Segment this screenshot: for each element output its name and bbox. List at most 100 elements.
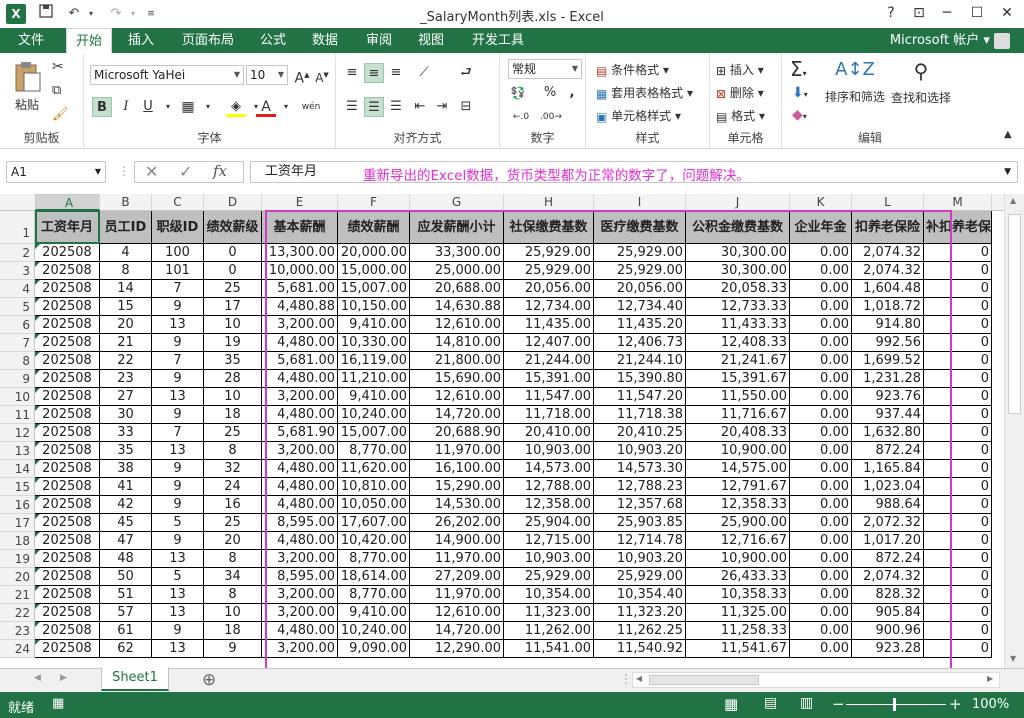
header-cell[interactable]: 绩效薪酬 [338,211,410,244]
row-header[interactable]: 11 [0,406,35,424]
table-cell[interactable]: 0.00 [790,640,852,658]
table-cell[interactable]: 11,323.00 [504,604,594,622]
table-cell[interactable]: 4,480.00 [262,406,338,424]
table-cell[interactable]: 13,300.00 [262,244,338,262]
table-cell[interactable]: 0.00 [790,532,852,550]
table-cell[interactable]: 202508 [35,640,100,658]
table-cell[interactable]: 13 [152,316,204,334]
table-cell[interactable]: 11,210.00 [338,370,410,388]
table-cell[interactable]: 25,929.00 [594,244,686,262]
table-cell[interactable]: 8 [204,586,262,604]
expand-formula-icon[interactable]: ▼ [1004,162,1011,182]
table-cell[interactable]: 11,262.25 [594,622,686,640]
table-cell[interactable]: 202508 [35,298,100,316]
table-cell[interactable]: 0 [924,532,992,550]
add-sheet-icon[interactable]: ⊕ [202,670,216,690]
row-header[interactable]: 5 [0,298,35,316]
row-header[interactable]: 15 [0,478,35,496]
table-cell[interactable]: 26,433.33 [686,568,790,586]
align-left-icon[interactable]: ☰ [342,97,362,117]
row-header[interactable]: 12 [0,424,35,442]
table-cell[interactable]: 0 [924,334,992,352]
orientation-icon[interactable]: ⟋ [414,63,434,83]
clear-icon[interactable]: ◆▾ [792,107,807,123]
table-cell[interactable]: 12,715.00 [504,532,594,550]
table-cell[interactable]: 14,575.00 [686,460,790,478]
table-cell[interactable]: 202508 [35,478,100,496]
header-cell[interactable]: 医疗缴费基数 [594,211,686,244]
header-cell[interactable]: 公积金缴费基数 [686,211,790,244]
table-cell[interactable]: 923.28 [852,640,924,658]
tab-page-layout[interactable]: 页面布局 [176,28,240,53]
table-cell[interactable]: 20,410.25 [594,424,686,442]
table-cell[interactable]: 25,929.00 [594,262,686,280]
table-cell[interactable]: 20,056.00 [504,280,594,298]
table-cell[interactable]: 12,610.00 [410,316,504,334]
zoom-level[interactable]: 100% [972,697,1009,712]
column-header-E[interactable]: E [262,194,338,211]
header-cell[interactable]: 扣养老保险 [852,211,924,244]
table-cell[interactable]: 14,573.30 [594,460,686,478]
table-cell[interactable]: 25,900.00 [686,514,790,532]
table-cell[interactable]: 202508 [35,604,100,622]
column-header-K[interactable]: K [790,194,852,211]
table-cell[interactable]: 20,000.00 [338,244,410,262]
table-cell[interactable]: 7 [152,424,204,442]
row-header[interactable]: 2 [0,244,35,262]
align-top-icon[interactable]: ≡ [342,63,362,83]
table-cell[interactable]: 5 [152,568,204,586]
table-cell[interactable]: 10,903.20 [594,442,686,460]
table-cell[interactable]: 4,480.00 [262,478,338,496]
cell-styles-button[interactable]: ▣ 单元格样式 ▾ [596,107,681,124]
table-cell[interactable]: 30,300.00 [686,262,790,280]
table-cell[interactable]: 4,480.00 [262,460,338,478]
table-cell[interactable]: 3,200.00 [262,316,338,334]
table-cell[interactable]: 914.80 [852,316,924,334]
table-cell[interactable]: 0 [924,478,992,496]
wrap-text-icon[interactable]: ⮐ [456,63,476,83]
table-cell[interactable]: 10,240.00 [338,622,410,640]
table-cell[interactable]: 9,410.00 [338,316,410,334]
table-cell[interactable]: 872.24 [852,550,924,568]
insert-function-button[interactable]: fx [213,162,227,180]
table-cell[interactable]: 988.64 [852,496,924,514]
table-cell[interactable]: 10,420.00 [338,532,410,550]
insert-cells-button[interactable]: ⊞ 插入 ▾ [716,61,764,78]
conditional-formatting-button[interactable]: ▤ 条件格式 ▾ [596,61,669,78]
table-cell[interactable]: 15,290.00 [410,478,504,496]
table-cell[interactable]: 202508 [35,532,100,550]
zoom-out-button[interactable]: − [832,695,845,713]
table-cell[interactable]: 11,540.92 [594,640,686,658]
table-cell[interactable]: 872.24 [852,442,924,460]
table-cell[interactable]: 202508 [35,460,100,478]
column-header-A[interactable]: A [35,194,100,211]
enter-icon[interactable]: ✓ [179,162,192,181]
table-cell[interactable]: 9 [152,298,204,316]
table-cell[interactable]: 28 [204,370,262,388]
table-cell[interactable]: 10 [204,316,262,334]
table-cell[interactable]: 10,900.00 [686,550,790,568]
table-cell[interactable]: 202508 [35,568,100,586]
prev-sheet-icon[interactable]: ◀ [34,673,41,683]
normal-view-icon[interactable]: ▦ [724,695,738,713]
tab-home[interactable]: 开始 [66,28,112,54]
horizontal-scroll-thumb[interactable] [649,675,759,685]
table-cell[interactable]: 8 [100,262,152,280]
percent-button[interactable]: % [540,83,560,103]
table-cell[interactable]: 10 [204,388,262,406]
decrease-indent-icon[interactable]: ⇤ [410,97,430,117]
table-cell[interactable]: 20 [204,532,262,550]
table-cell[interactable]: 18 [204,406,262,424]
table-cell[interactable]: 14,720.00 [410,406,504,424]
table-cell[interactable]: 9 [152,460,204,478]
table-cell[interactable]: 4,480.88 [262,298,338,316]
column-header-D[interactable]: D [204,194,262,211]
table-cell[interactable]: 11,718.38 [594,406,686,424]
cancel-icon[interactable]: ✕ [145,162,158,181]
header-cell[interactable]: 企业年金 [790,211,852,244]
table-cell[interactable]: 0 [204,244,262,262]
table-cell[interactable]: 1,023.04 [852,478,924,496]
table-cell[interactable]: 3,200.00 [262,442,338,460]
table-cell[interactable]: 0.00 [790,388,852,406]
column-header-M[interactable]: M [924,194,992,211]
